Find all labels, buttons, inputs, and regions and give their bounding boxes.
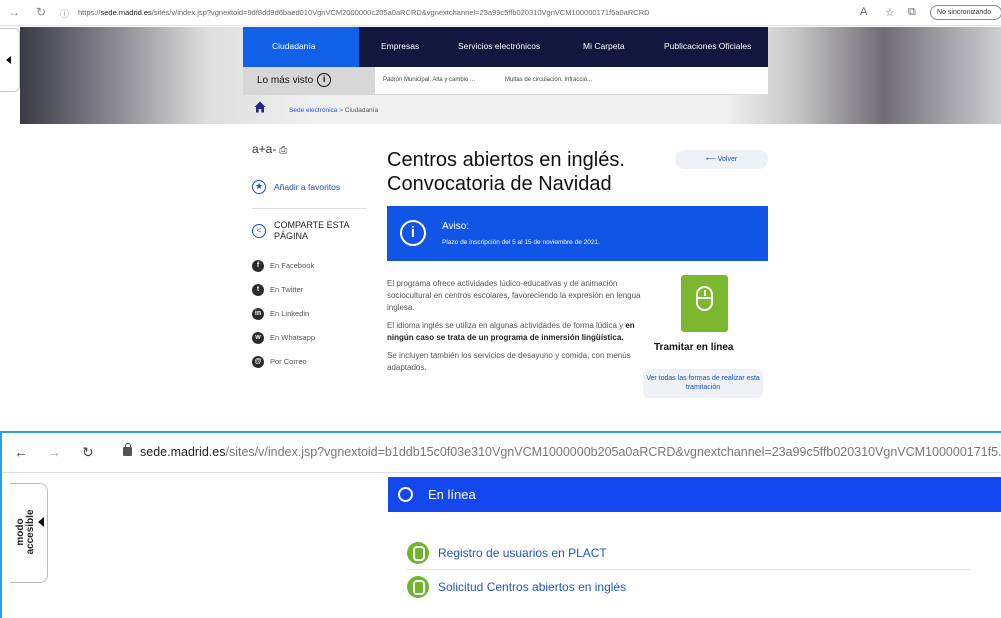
notice-heading: Aviso: (442, 221, 470, 232)
menu-item-mi-carpeta[interactable]: Mi Carpeta (583, 41, 625, 51)
share-email-link[interactable]: @ Por Correo (252, 354, 367, 372)
notice-text: Plazo de inscripción del 5 al 15 de novi… (442, 239, 600, 246)
twitter-icon: t (252, 284, 264, 296)
address-bar[interactable]: https://sede.madrid.es/sites/v/index.jsp… (78, 8, 650, 17)
chevron-left-icon (6, 56, 11, 64)
linkedin-icon: in (252, 308, 264, 320)
browser-toolbar: → ↻ ⓘ https://sede.madrid.es/sites/v/ind… (0, 0, 1001, 26)
read-aloud-icon[interactable]: A (860, 6, 867, 18)
breadcrumb-current: Ciudadanía (344, 107, 379, 114)
print-icon[interactable]: ⎙ (276, 145, 287, 156)
left-sidebar: a+a- ⎙ ★ Añadir a favoritos < COMPARTE E… (252, 130, 372, 390)
back-button[interactable]: ⟵ Volver (675, 150, 768, 169)
mouse-icon (407, 576, 429, 598)
share-whatsapp-link[interactable]: w En Whatsapp (252, 330, 367, 348)
breadcrumb-link[interactable]: Sede electrónica (289, 107, 337, 114)
screenshot-bottom: ← → ↻ sede.madrid.es/sites/v/index.jsp?v… (0, 431, 1001, 618)
accessible-mode-tab[interactable]: modo accesible (10, 483, 48, 583)
body-paragraph: Se incluyen también los servicios de des… (387, 351, 631, 372)
sync-status-button[interactable]: No sincronizando (930, 5, 1001, 20)
page-title: Centros abiertos en inglés. Convocatoria… (387, 149, 625, 195)
tramitar-online-button[interactable] (681, 275, 728, 332)
share-section: < COMPARTE ESTA PÁGINA (252, 220, 367, 250)
lock-icon[interactable] (123, 443, 132, 456)
menu-item-empresas[interactable]: Empresas (381, 41, 419, 51)
share-facebook-link[interactable]: f En Facebook (252, 258, 367, 276)
reload-icon[interactable]: ↻ (36, 6, 46, 18)
menu-item-ciudadania[interactable]: Ciudadanía (272, 41, 315, 51)
body-paragraph: El idioma inglés se utiliza en algunas a… (387, 321, 635, 342)
star-icon: ★ (252, 180, 266, 194)
page-body: El programa ofrece actividades lúdico-ed… (387, 278, 645, 380)
most-viewed-link[interactable]: Padrón Municipal. Alta y cambio ... (383, 77, 475, 83)
divider (252, 208, 367, 209)
info-icon: i (400, 220, 426, 246)
browser-toolbar: ← → ↻ sede.madrid.es/sites/v/index.jsp?v… (2, 433, 1001, 473)
share-icon: < (252, 224, 266, 238)
mouse-icon (696, 286, 713, 311)
accessible-mode-tab[interactable] (0, 28, 20, 92)
tramitar-online-label[interactable]: Tramitar en línea (654, 342, 733, 353)
mail-icon: @ (252, 356, 264, 368)
online-link-solicitud[interactable]: Solicitud Centros abiertos en inglés (407, 571, 971, 604)
facebook-icon: f (252, 260, 264, 272)
circle-icon (398, 487, 413, 502)
share-linkedin-link[interactable]: in En Linkedin (252, 306, 367, 324)
collections-icon[interactable]: ⧉ (908, 6, 916, 19)
notice-banner: i Aviso: Plazo de inscripción del 5 al 1… (387, 206, 768, 261)
most-viewed-toggle[interactable]: Lo más visto i (243, 67, 375, 95)
add-favorites-link[interactable]: ★ Añadir a favoritos (252, 176, 367, 202)
text-size-controls[interactable]: a+a- ⎙ (252, 142, 287, 156)
breadcrumb: Sede electrónica > Ciudadanía (243, 96, 768, 122)
forward-icon[interactable]: → (47, 444, 61, 460)
address-bar[interactable]: sede.madrid.es/sites/v/index.jsp?vgnexto… (140, 445, 1001, 459)
menu-item-publicaciones[interactable]: Publicaciones Oficiales (664, 41, 751, 51)
whatsapp-icon: w (252, 332, 264, 344)
body-paragraph: El programa ofrece actividades lúdico-ed… (387, 279, 641, 312)
accessible-mode-label: modo accesible (15, 509, 36, 555)
arrow-left-icon: ⟵ (705, 156, 718, 163)
online-link-registro[interactable]: Registro de usuarios en PLACT (407, 537, 971, 570)
chevron-left-icon (38, 517, 44, 527)
info-icon: i (317, 73, 332, 88)
home-icon[interactable] (254, 101, 266, 113)
reload-icon[interactable]: ↻ (82, 444, 94, 461)
screenshot-top: → ↻ ⓘ https://sede.madrid.es/sites/v/ind… (0, 0, 1001, 408)
all-methods-button[interactable]: Ver todas las formas de realizar esta tr… (643, 369, 763, 398)
back-arrow-icon[interactable]: ← (14, 444, 28, 460)
most-viewed-link[interactable]: Multas de circulación. Infracció... (505, 77, 592, 83)
main-menu: Ciudadanía Empresas Servicios electrónic… (243, 27, 768, 67)
most-viewed-bar: Lo más visto i Padrón Municipal. Alta y c… (243, 67, 768, 95)
online-section-header: En línea (388, 477, 1001, 512)
menu-item-servicios[interactable]: Servicios electrónicos (458, 41, 540, 51)
favorites-star-icon[interactable]: ☆ (885, 6, 895, 19)
share-twitter-link[interactable]: t En Twitter (252, 282, 367, 300)
mouse-icon (407, 542, 429, 564)
forward-icon[interactable]: → (8, 6, 20, 18)
page-info-icon[interactable]: ⓘ (60, 8, 69, 20)
